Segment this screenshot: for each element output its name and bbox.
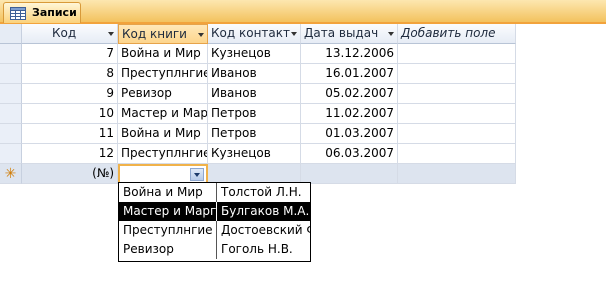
option-title: Мастер и Марг — [119, 202, 217, 221]
table-row[interactable]: 8 Преступлнгие Иванов 16.01.2007 — [0, 64, 606, 84]
row-selector[interactable] — [0, 64, 22, 84]
table-row[interactable]: 10 Мастер и Мар Петров 11.02.2007 — [0, 104, 606, 124]
cell-add-field[interactable] — [398, 64, 516, 84]
cell-add-field[interactable] — [398, 124, 516, 144]
cell-kod-knigi[interactable]: Война и Мир — [118, 44, 208, 64]
new-record-icon: ✳ — [0, 164, 22, 184]
cell-kod[interactable]: 9 — [22, 84, 118, 104]
column-header-label: Код — [52, 26, 77, 40]
cell-kod-knigi[interactable]: Ревизор — [118, 84, 208, 104]
option-title: Ревизор — [119, 240, 217, 259]
option-author: Достоевский Ф — [221, 223, 310, 237]
chevron-down-icon[interactable] — [198, 33, 204, 37]
dropdown-option[interactable]: Война и Мир Толстой Л.Н. — [119, 183, 310, 202]
cell-kod-kontakta[interactable]: Иванов — [208, 84, 301, 104]
cell-kod-kontakta[interactable]: Кузнецов — [208, 44, 301, 64]
table-icon — [10, 7, 26, 20]
cell-kod-autonumber[interactable]: (№) — [22, 164, 118, 184]
cell-kod[interactable]: 12 — [22, 144, 118, 164]
dropdown-option-selected[interactable]: Мастер и Марг Булгаков М.А. — [119, 202, 310, 221]
cell-add-field[interactable] — [398, 44, 516, 64]
tab-zapisi[interactable]: Записи — [3, 2, 81, 23]
row-selector[interactable] — [0, 144, 22, 164]
column-header-label: Код книги — [122, 27, 187, 41]
column-header-data-vydachi[interactable]: Дата выдач — [301, 24, 398, 44]
row-selector[interactable] — [0, 124, 22, 144]
cell-data-vydachi[interactable]: 05.02.2007 — [301, 84, 398, 104]
chevron-down-icon[interactable] — [291, 32, 297, 36]
kod-knigi-combobox[interactable] — [118, 164, 208, 184]
cell-kod-knigi[interactable]: Война и Мир — [118, 124, 208, 144]
option-author: Толстой Л.Н. — [221, 185, 302, 199]
option-author: Гоголь Н.В. — [221, 242, 293, 256]
column-header-kod-knigi[interactable]: Код книги — [118, 24, 208, 44]
table-row[interactable]: 12 Преступлнгие Кузнецов 06.03.2007 — [0, 144, 606, 164]
cell-kod[interactable]: 8 — [22, 64, 118, 84]
chevron-down-icon[interactable] — [388, 32, 394, 36]
table-row[interactable]: 7 Война и Мир Кузнецов 13.12.2006 — [0, 44, 606, 64]
column-header-kod-kontakta[interactable]: Код контакт — [208, 24, 301, 44]
document-tab-bar: Записи — [0, 0, 606, 24]
column-header-label: Код контакт — [211, 26, 290, 40]
cell-kod-kontakta[interactable]: Иванов — [208, 64, 301, 84]
cell-kod-knigi[interactable]: Мастер и Мар — [118, 104, 208, 124]
header-row: Код Код книги Код контакт Дата выдач Доб… — [0, 24, 606, 44]
cell-data-vydachi[interactable]: 13.12.2006 — [301, 44, 398, 64]
row-selector[interactable] — [0, 44, 22, 64]
column-header-add-field[interactable]: Добавить поле — [398, 24, 516, 44]
cell-add-field[interactable] — [398, 84, 516, 104]
column-header-label: Дата выдач — [304, 26, 379, 40]
option-title: Война и Мир — [119, 183, 217, 202]
column-header-kod[interactable]: Код — [22, 24, 118, 44]
cell-add-field[interactable] — [398, 144, 516, 164]
cell-data-vydachi[interactable] — [301, 164, 398, 184]
dropdown-button[interactable] — [190, 168, 204, 181]
cell-kod[interactable]: 11 — [22, 124, 118, 144]
cell-kod-kontakta[interactable]: Кузнецов — [208, 144, 301, 164]
cell-data-vydachi[interactable]: 01.03.2007 — [301, 124, 398, 144]
dropdown-option[interactable]: Преступлнгие Достоевский Ф — [119, 221, 310, 240]
select-all-corner[interactable] — [0, 24, 22, 44]
option-author: Булгаков М.А. — [221, 204, 310, 218]
option-title: Преступлнгие — [119, 221, 217, 240]
cell-kod-knigi[interactable]: Преступлнгие — [118, 144, 208, 164]
cell-data-vydachi[interactable]: 11.02.2007 — [301, 104, 398, 124]
cell-kod-kontakta[interactable]: Петров — [208, 124, 301, 144]
cell-kod-knigi[interactable]: Преступлнгие — [118, 64, 208, 84]
row-selector[interactable] — [0, 84, 22, 104]
cell-kod-kontakta[interactable]: Петров — [208, 104, 301, 124]
cell-add-field[interactable] — [398, 164, 516, 184]
new-record-row[interactable]: ✳ (№) — [0, 164, 606, 184]
cell-kod-kontakta[interactable] — [208, 164, 301, 184]
tab-label: Записи — [32, 6, 77, 19]
cell-data-vydachi[interactable]: 06.03.2007 — [301, 144, 398, 164]
table-row[interactable]: 11 Война и Мир Петров 01.03.2007 — [0, 124, 606, 144]
cell-kod[interactable]: 10 — [22, 104, 118, 124]
dropdown-option[interactable]: Ревизор Гоголь Н.В. — [119, 240, 310, 259]
column-header-label: Добавить поле — [401, 26, 496, 40]
chevron-down-icon[interactable] — [108, 32, 114, 36]
table-row[interactable]: 9 Ревизор Иванов 05.02.2007 — [0, 84, 606, 104]
cell-add-field[interactable] — [398, 104, 516, 124]
kod-knigi-dropdown-list: Война и Мир Толстой Л.Н. Мастер и Марг Б… — [118, 182, 311, 262]
cell-kod[interactable]: 7 — [22, 44, 118, 64]
cell-data-vydachi[interactable]: 16.01.2007 — [301, 64, 398, 84]
row-selector[interactable] — [0, 104, 22, 124]
